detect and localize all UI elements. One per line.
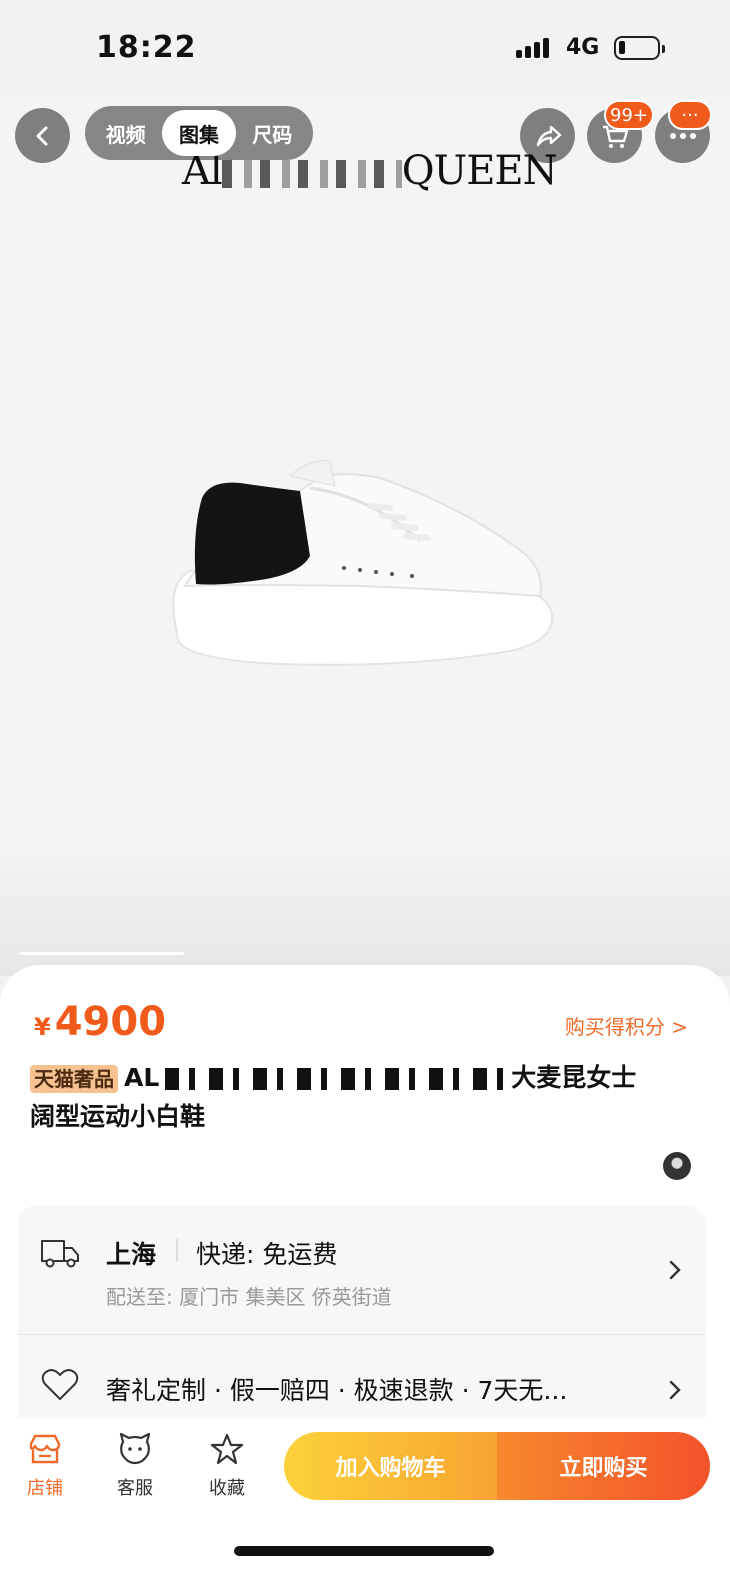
service-icon — [119, 1432, 151, 1465]
service-label: 客服 — [117, 1478, 153, 1499]
star-icon — [210, 1433, 244, 1465]
product-image — [172, 460, 554, 666]
tab-gallery[interactable]: 图集 — [162, 110, 236, 156]
buy-now-button[interactable]: 立即购买 — [497, 1432, 710, 1500]
services-text: 奢礼定制 · 假一赔四 · 极速退款 · 7天无... — [106, 1376, 568, 1405]
redacted-text — [165, 1068, 506, 1090]
favorite-button[interactable]: 收藏 — [192, 1432, 262, 1500]
product-gallery[interactable]: Al QUEEN — [0, 96, 730, 976]
gallery-progress-bar — [20, 952, 184, 955]
truck-icon — [41, 1240, 79, 1268]
points-link[interactable]: 购买得积分 > — [565, 1011, 688, 1040]
shipping-row[interactable]: 上海 快递: 免运费 配送至: 厦门市 集美区 侨英街道 — [18, 1205, 706, 1335]
points-label: 购买得积分 — [564, 1015, 665, 1039]
media-tabs: 视频 图集 尺码 — [85, 106, 313, 160]
title-start: AL — [124, 1063, 160, 1092]
back-button[interactable] — [15, 108, 70, 163]
store-button[interactable]: 店铺 — [10, 1432, 80, 1500]
share-button[interactable] — [520, 108, 575, 163]
chevron-right-icon — [669, 1260, 681, 1280]
title-line2: 阔型运动小白鞋 — [30, 1102, 206, 1131]
tab-size[interactable]: 尺码 — [236, 110, 309, 156]
divider — [176, 1239, 178, 1261]
chevron-right-icon — [669, 1380, 681, 1400]
home-indicator[interactable] — [234, 1546, 494, 1556]
deliver-to: 配送至: 厦门市 集美区 侨英街道 — [106, 1285, 392, 1309]
tab-video[interactable]: 视频 — [89, 110, 162, 156]
heart-icon — [41, 1369, 79, 1400]
network-type: 4G — [566, 35, 600, 60]
chevron-left-icon — [36, 126, 47, 145]
purchase-buttons: 加入购物车 立即购买 — [284, 1432, 710, 1500]
favorite-label: 收藏 — [209, 1478, 245, 1499]
message-badge: ··· — [668, 100, 712, 130]
status-bar: 18:22 4G — [0, 0, 730, 96]
battery-icon — [614, 36, 665, 60]
customer-service-button[interactable]: 客服 — [100, 1432, 170, 1500]
share-icon — [536, 125, 561, 146]
cart-count-badge: 99+ — [604, 100, 654, 130]
store-label: 店铺 — [27, 1478, 63, 1499]
signal-icon — [516, 38, 549, 58]
status-time: 18:22 — [96, 30, 197, 65]
ship-origin: 上海 — [106, 1240, 157, 1269]
avatar[interactable] — [663, 1152, 691, 1180]
add-to-cart-button[interactable]: 加入购物车 — [284, 1432, 497, 1500]
price-value: 4900 — [54, 999, 167, 1045]
product-title: 天猫奢品 AL 大麦昆女士 阔型运动小白鞋 — [30, 1059, 700, 1136]
info-card: 上海 快递: 免运费 配送至: 厦门市 集美区 侨英街道 奢礼定制 · 假一赔四… — [18, 1205, 706, 1445]
title-end: 大麦昆女士 — [511, 1063, 637, 1092]
ship-method: 快递: 免运费 — [196, 1240, 338, 1269]
bottom-action-bar: 店铺 客服 收藏 加入购物车 立即购买 — [0, 1418, 730, 1583]
chevron-right-icon: > — [671, 1015, 688, 1039]
currency-symbol: ¥ — [34, 1013, 51, 1041]
store-icon — [29, 1434, 61, 1464]
tmall-luxury-tag: 天猫奢品 — [30, 1065, 118, 1093]
price: ¥4900 — [34, 999, 166, 1045]
more-icon — [669, 132, 696, 139]
